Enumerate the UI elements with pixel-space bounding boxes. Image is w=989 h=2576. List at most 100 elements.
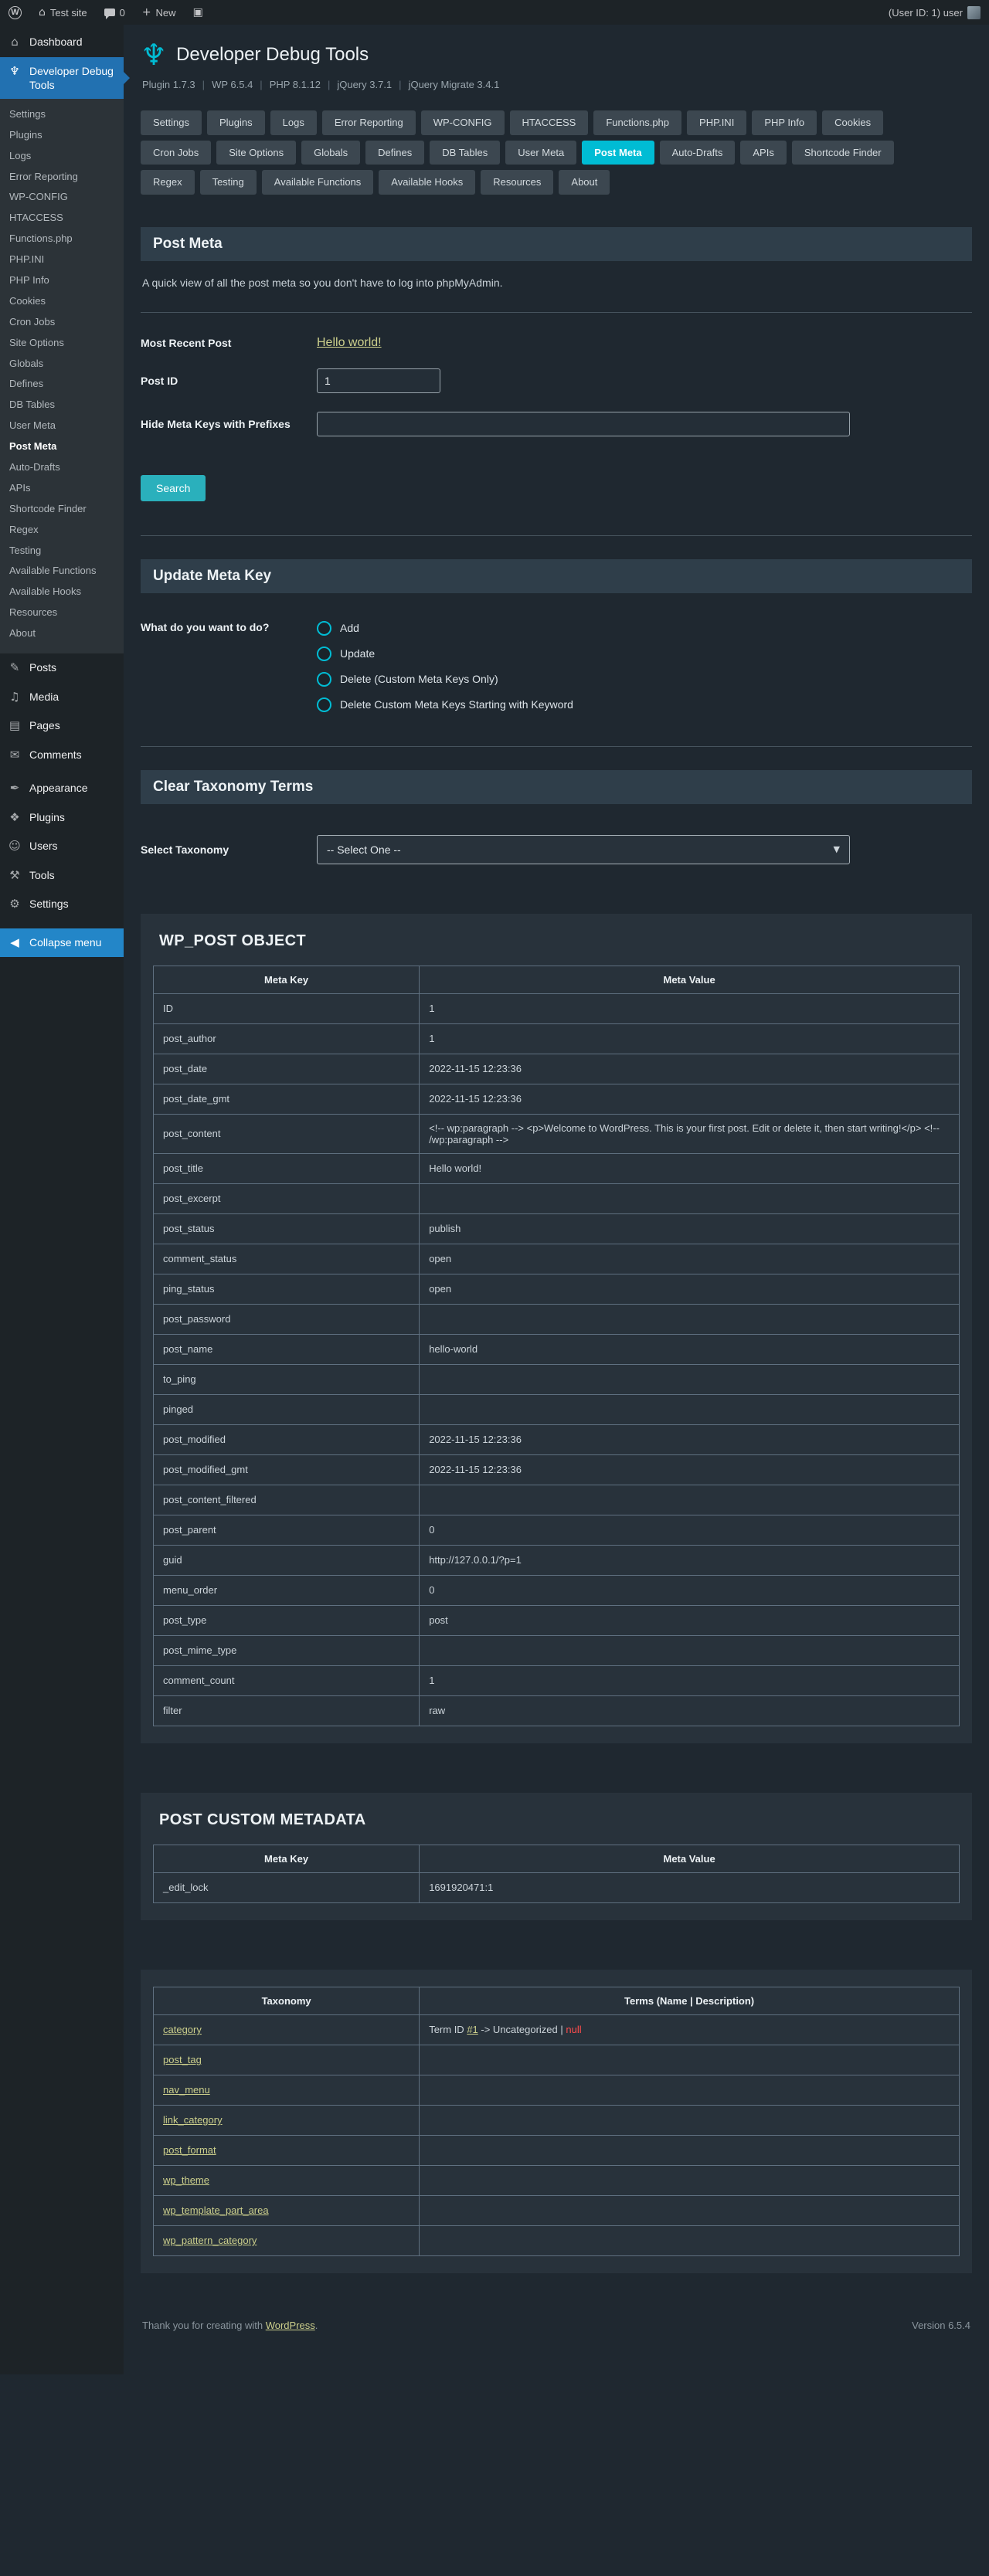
tab-php-info[interactable]: PHP Info <box>752 110 817 135</box>
tab-user-meta[interactable]: User Meta <box>505 141 576 165</box>
site-name-menu[interactable]: ⌂ Test site <box>30 0 96 25</box>
radio-button-icon[interactable] <box>317 697 331 712</box>
submenu-item-regex[interactable]: Regex <box>0 520 124 541</box>
tab-testing[interactable]: Testing <box>200 170 257 195</box>
search-button[interactable]: Search <box>141 475 206 501</box>
post-id-input[interactable] <box>317 368 440 393</box>
tab-site-options[interactable]: Site Options <box>216 141 296 165</box>
sidebar-item-comments[interactable]: ✉Comments <box>0 741 124 770</box>
submenu-item-apis[interactable]: APIs <box>0 478 124 499</box>
taxonomy-link-wp-theme[interactable]: wp_theme <box>163 2174 209 2186</box>
submenu-item-db-tables[interactable]: DB Tables <box>0 395 124 416</box>
new-content-menu[interactable]: + New <box>134 0 185 25</box>
most-recent-post-link[interactable]: Hello world! <box>317 336 382 350</box>
tab-available-hooks[interactable]: Available Hooks <box>379 170 475 195</box>
radio-button-icon[interactable] <box>317 672 331 687</box>
submenu-item-user-meta[interactable]: User Meta <box>0 416 124 436</box>
submenu-item-error-reporting[interactable]: Error Reporting <box>0 167 124 188</box>
tab-plugins[interactable]: Plugins <box>207 110 265 135</box>
submenu-item-plugins[interactable]: Plugins <box>0 125 124 146</box>
submenu-item-defines[interactable]: Defines <box>0 374 124 395</box>
submenu-item-testing[interactable]: Testing <box>0 541 124 562</box>
sidebar-item-settings[interactable]: ⚙Settings <box>0 890 124 919</box>
taxonomy-link-wp-pattern-category[interactable]: wp_pattern_category <box>163 2235 257 2246</box>
submenu-item-cron-jobs[interactable]: Cron Jobs <box>0 312 124 333</box>
sidebar-item-posts[interactable]: ✎Posts <box>0 653 124 683</box>
radio-option-add[interactable]: Add <box>317 621 573 636</box>
tab-defines[interactable]: Defines <box>365 141 424 165</box>
table-row: comment_count1 <box>154 1665 960 1695</box>
submenu-item-available-hooks[interactable]: Available Hooks <box>0 582 124 602</box>
tab-regex[interactable]: Regex <box>141 170 195 195</box>
submenu-item-php-ini[interactable]: PHP.INI <box>0 249 124 270</box>
radio-button-icon[interactable] <box>317 621 331 636</box>
comments-menu[interactable]: 0 <box>96 0 134 25</box>
hide-prefixes-input[interactable] <box>317 412 850 436</box>
taxonomy-link-post-format[interactable]: post_format <box>163 2144 216 2156</box>
update-meta-key-title: Update Meta Key <box>153 568 960 585</box>
wordpress-link[interactable]: WordPress <box>266 2320 315 2331</box>
tab-shortcode-finder[interactable]: Shortcode Finder <box>792 141 894 165</box>
submenu-item-settings[interactable]: Settings <box>0 104 124 125</box>
wordpress-logo[interactable]: W <box>0 0 30 25</box>
sidebar-item-users[interactable]: ☺Users <box>0 832 124 861</box>
radio-button-icon[interactable] <box>317 647 331 661</box>
tab-cookies[interactable]: Cookies <box>822 110 883 135</box>
sidebar-item-media[interactable]: ♫Media <box>0 683 124 712</box>
submenu-item-shortcode-finder[interactable]: Shortcode Finder <box>0 499 124 520</box>
submenu-item-functions-php[interactable]: Functions.php <box>0 229 124 249</box>
tab-php-ini[interactable]: PHP.INI <box>687 110 746 135</box>
debug-console-menu[interactable]: ▣ <box>185 0 212 25</box>
tab-auto-drafts[interactable]: Auto-Drafts <box>660 141 736 165</box>
tab-htaccess[interactable]: HTACCESS <box>510 110 589 135</box>
tab-available-functions[interactable]: Available Functions <box>262 170 374 195</box>
taxonomy-link-link-category[interactable]: link_category <box>163 2114 223 2126</box>
tab-globals[interactable]: Globals <box>301 141 360 165</box>
submenu-item-cookies[interactable]: Cookies <box>0 291 124 312</box>
divider <box>141 535 972 536</box>
taxonomy-link-post-tag[interactable]: post_tag <box>163 2054 202 2065</box>
submenu-item-logs[interactable]: Logs <box>0 146 124 167</box>
sidebar-item-tools[interactable]: ⚒Tools <box>0 861 124 891</box>
sidebar-item-pages[interactable]: ▤Pages <box>0 711 124 741</box>
submenu-item-about[interactable]: About <box>0 623 124 644</box>
tab-wp-config[interactable]: WP-CONFIG <box>421 110 505 135</box>
user-account-menu[interactable]: (User ID: 1) user <box>880 0 989 25</box>
tab-post-meta[interactable]: Post Meta <box>582 141 654 165</box>
tab-functions-php[interactable]: Functions.php <box>593 110 681 135</box>
radio-option-delete-custom-meta-keys-only[interactable]: Delete (Custom Meta Keys Only) <box>317 672 573 687</box>
submenu-item-post-meta[interactable]: Post Meta <box>0 436 124 457</box>
tab-cron-jobs[interactable]: Cron Jobs <box>141 141 211 165</box>
taxonomy-select[interactable]: -- Select One -- ▼ <box>317 835 850 864</box>
tools-icon: ⚒ <box>7 868 22 884</box>
sidebar-item-dashboard[interactable]: ⌂Dashboard <box>0 28 124 57</box>
submenu-item-htaccess[interactable]: HTACCESS <box>0 208 124 229</box>
tab-db-tables[interactable]: DB Tables <box>430 141 500 165</box>
taxonomy-link-wp-template-part-area[interactable]: wp_template_part_area <box>163 2204 269 2216</box>
radio-option-delete-custom-meta-keys-starting-with-keyword[interactable]: Delete Custom Meta Keys Starting with Ke… <box>317 697 573 712</box>
taxonomy-link-category[interactable]: category <box>163 2024 202 2035</box>
version-meta-item: WP 6.5.4 <box>212 79 253 90</box>
sidebar-item-appearance[interactable]: ✒Appearance <box>0 774 124 803</box>
submenu-item-php-info[interactable]: PHP Info <box>0 270 124 291</box>
submenu-item-auto-drafts[interactable]: Auto-Drafts <box>0 457 124 478</box>
tab-apis[interactable]: APIs <box>740 141 786 165</box>
tab-about[interactable]: About <box>559 170 610 195</box>
submenu-item-site-options[interactable]: Site Options <box>0 333 124 354</box>
tab-error-reporting[interactable]: Error Reporting <box>322 110 416 135</box>
submenu-item-resources[interactable]: Resources <box>0 602 124 623</box>
tab-logs[interactable]: Logs <box>270 110 317 135</box>
submenu-item-available-functions[interactable]: Available Functions <box>0 561 124 582</box>
term-link[interactable]: #1 <box>467 2024 478 2035</box>
tab-settings[interactable]: Settings <box>141 110 202 135</box>
radio-option-update[interactable]: Update <box>317 647 573 661</box>
submenu-item-globals[interactable]: Globals <box>0 354 124 375</box>
sidebar-item-developer-debug-tools[interactable]: ♆Developer Debug Tools <box>0 57 124 99</box>
collapse-menu-button[interactable]: ◀Collapse menu <box>0 928 124 958</box>
tab-resources[interactable]: Resources <box>481 170 553 195</box>
taxonomy-link-nav-menu[interactable]: nav_menu <box>163 2084 210 2096</box>
sidebar-item-plugins[interactable]: ❖Plugins <box>0 803 124 833</box>
sidebar-item-label: Dashboard <box>29 35 117 49</box>
submenu-item-wp-config[interactable]: WP-CONFIG <box>0 187 124 208</box>
page-header: ♆ Developer Debug Tools <box>141 40 972 70</box>
